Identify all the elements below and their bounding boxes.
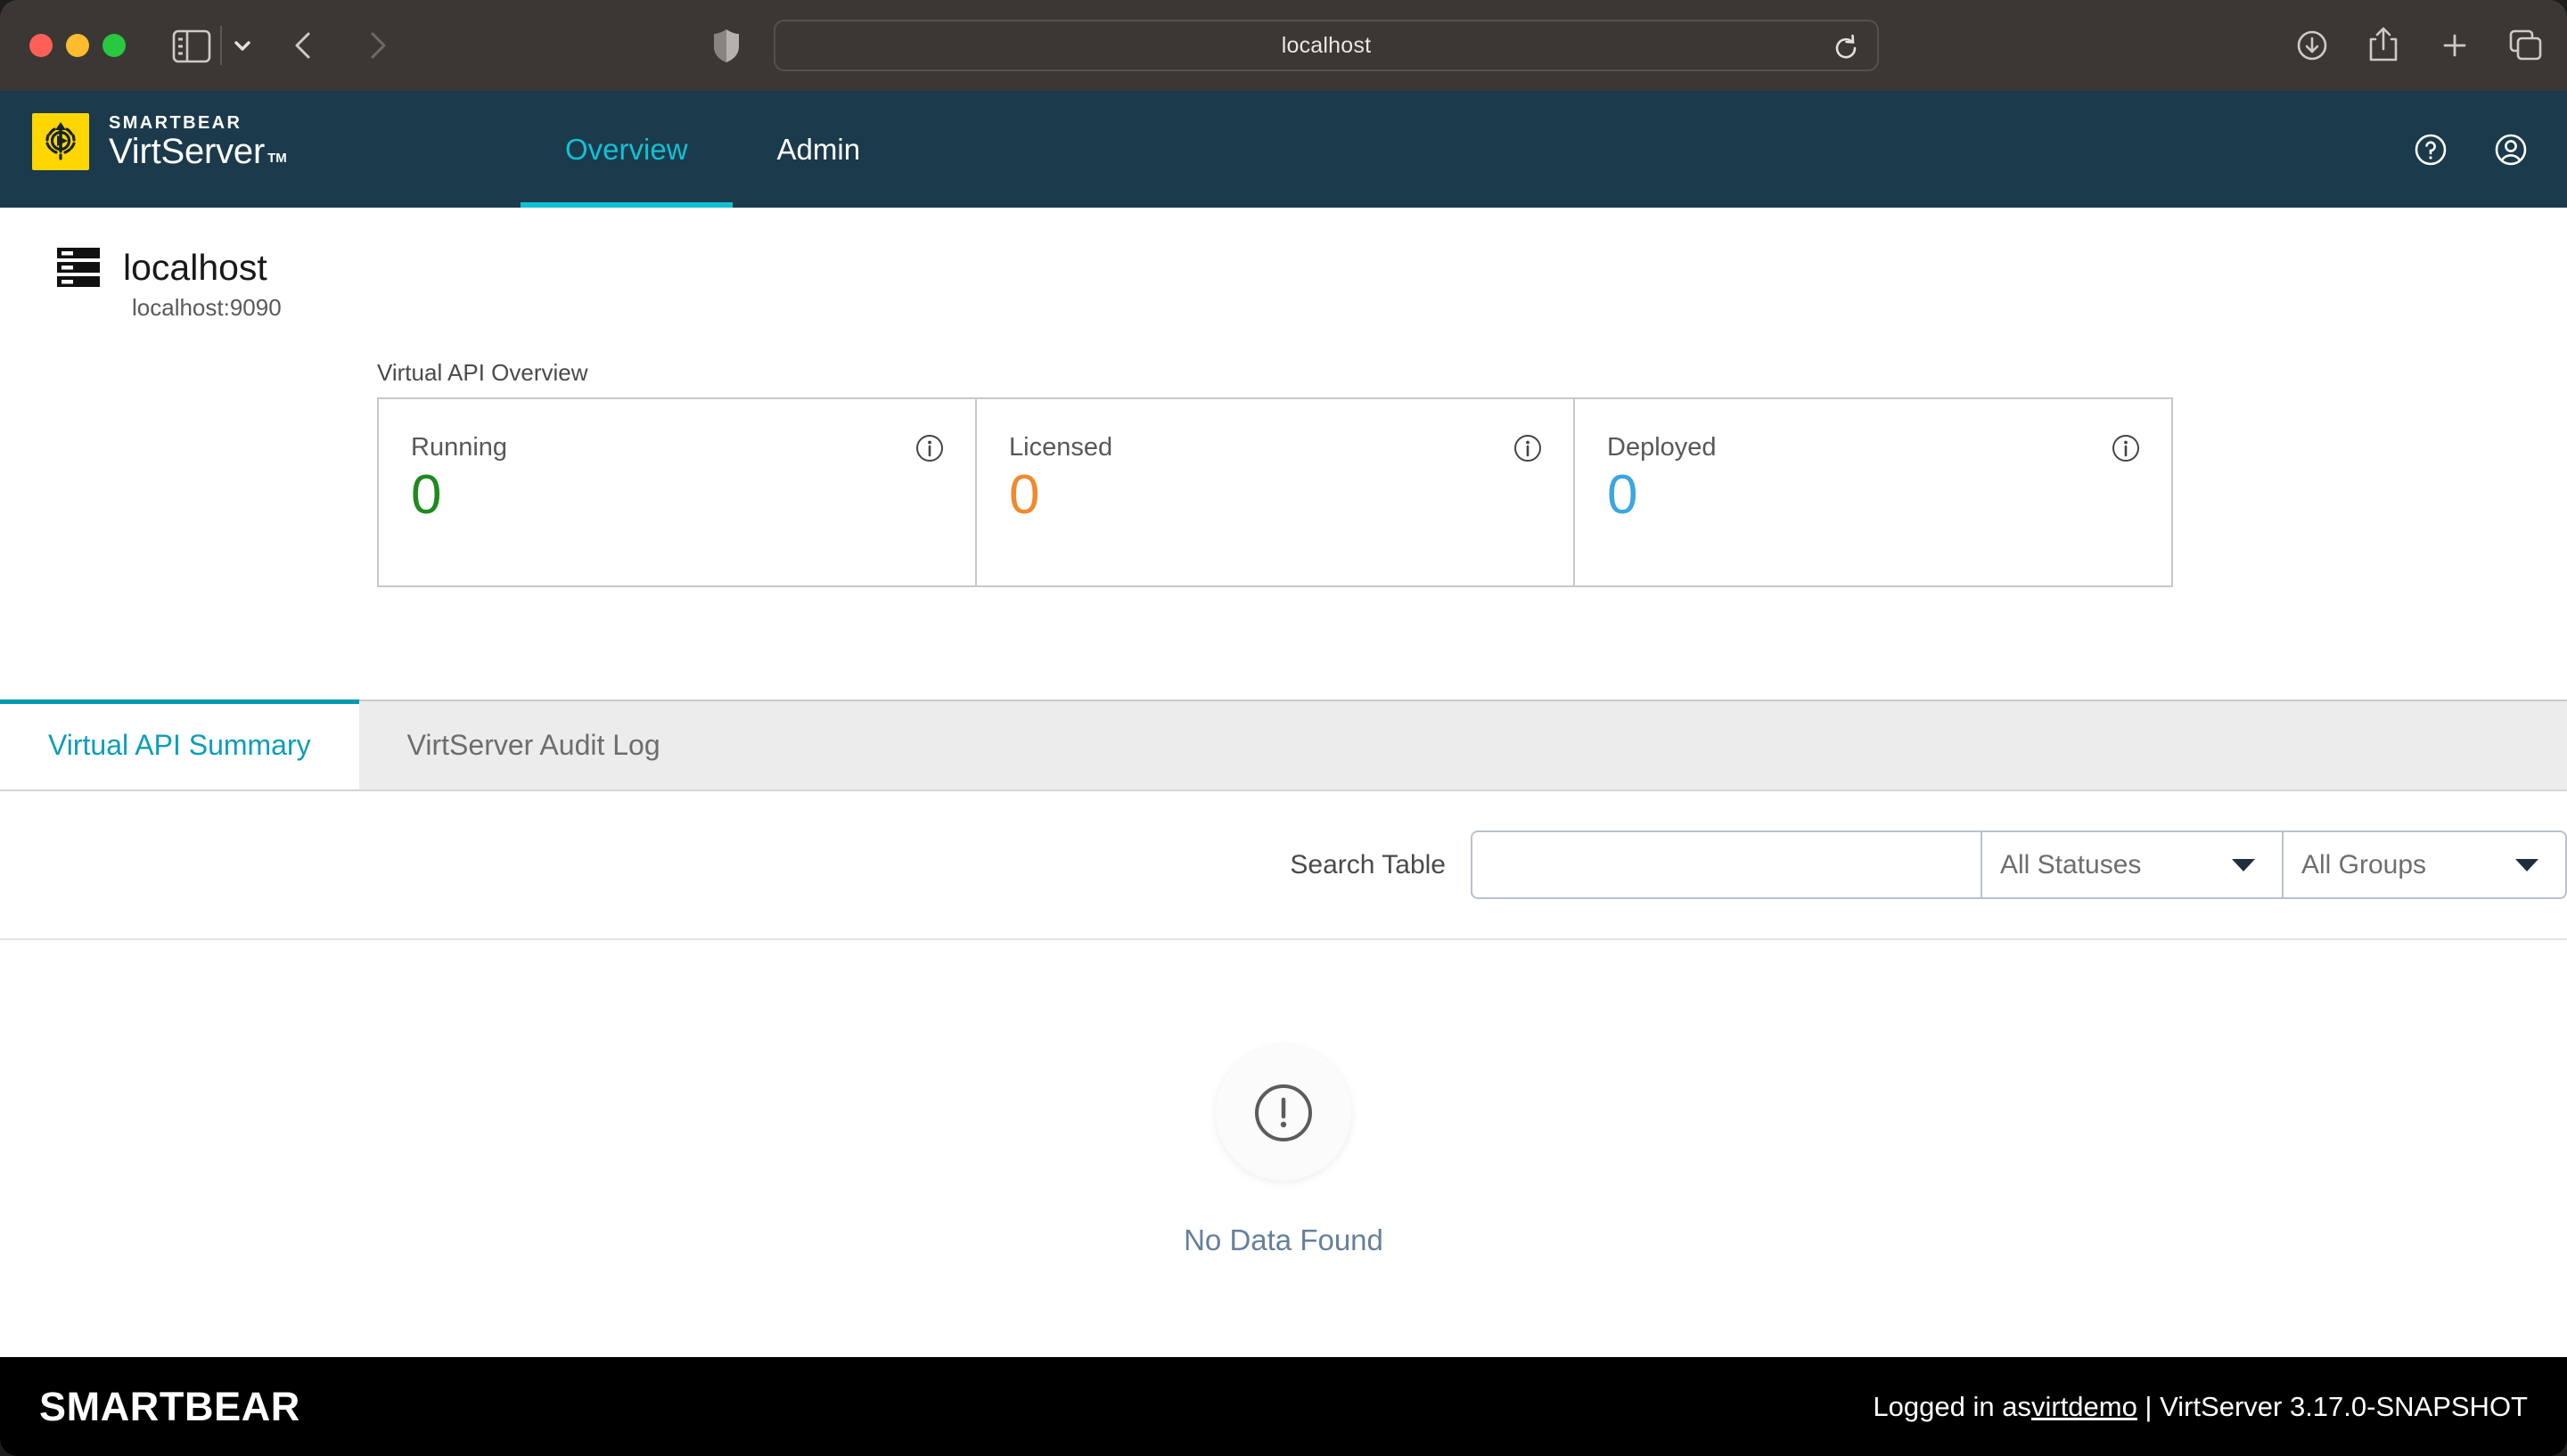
app-footer: SMARTBEAR Logged in as virtdemo | VirtSe… — [0, 1357, 2567, 1456]
header-actions — [2410, 91, 2531, 208]
sidebar-toggle-icon[interactable] — [172, 29, 211, 64]
info-circle-icon[interactable] — [914, 433, 945, 463]
empty-state: No Data Found — [0, 1045, 2567, 1257]
empty-state-text: No Data Found — [1184, 1223, 1383, 1256]
window-minimize-button[interactable] — [66, 34, 89, 57]
search-table-label: Search Table — [1290, 849, 1446, 879]
stat-value: 0 — [1607, 464, 1638, 526]
window-close-button[interactable] — [29, 34, 53, 57]
back-arrow-icon[interactable] — [283, 25, 324, 66]
tab-virtserver-audit-log[interactable]: VirtServer Audit Log — [359, 701, 709, 789]
info-circle-icon[interactable] — [1513, 433, 1543, 463]
stat-label: Running — [411, 433, 508, 462]
page-title: localhost — [123, 246, 267, 288]
footer-login-prefix: Logged in as — [1873, 1390, 2031, 1422]
stat-label: Licensed — [1009, 433, 1113, 462]
forward-arrow-icon — [357, 25, 398, 66]
exclamation-circle-icon — [1216, 1045, 1351, 1181]
nav-tab-admin[interactable]: Admin — [733, 91, 906, 208]
filter-divider — [0, 938, 2567, 940]
tab-virtual-api-summary[interactable]: Virtual API Summary — [0, 699, 359, 789]
stat-card-deployed: Deployed 0 — [1575, 399, 2171, 585]
main-nav: Overview Admin — [521, 91, 905, 208]
reload-icon[interactable] — [1831, 33, 1861, 63]
tab-overview-icon[interactable] — [2505, 26, 2546, 65]
status-filter-value: All Statuses — [2000, 849, 2142, 879]
stat-card-licensed: Licensed 0 — [977, 399, 1575, 585]
chevron-down-icon[interactable] — [230, 32, 255, 59]
server-host: localhost:9090 — [132, 294, 282, 321]
server-summary: localhost localhost:9090 — [55, 246, 282, 322]
search-input[interactable] — [1471, 830, 1981, 899]
info-circle-icon[interactable] — [2111, 433, 2141, 463]
user-account-icon[interactable] — [2490, 129, 2531, 170]
help-circle-icon[interactable] — [2410, 129, 2451, 170]
virtual-api-overview: Virtual API Overview Running 0 Licensed … — [377, 359, 2173, 587]
overview-section-label: Virtual API Overview — [377, 359, 588, 386]
status-filter-select[interactable]: All Statuses — [1981, 830, 2284, 899]
footer-user-link[interactable]: virtdemo — [2031, 1391, 2137, 1423]
url-bar[interactable]: localhost — [774, 20, 1879, 71]
nav-tab-overview[interactable]: Overview — [521, 91, 733, 208]
stat-card-running: Running 0 — [379, 399, 977, 585]
share-icon[interactable] — [2363, 23, 2404, 66]
footer-brand: SMARTBEAR — [39, 1383, 300, 1429]
footer-status: Logged in as virtdemo | VirtServer 3.17.… — [1873, 1391, 2528, 1423]
group-filter-value: All Groups — [2301, 849, 2427, 879]
filter-row: Search Table All Statuses All Groups — [0, 791, 2567, 938]
chevron-down-icon — [2232, 858, 2255, 871]
chrome-divider — [220, 26, 222, 65]
url-text: localhost — [1281, 32, 1372, 58]
privacy-shield-icon[interactable] — [709, 27, 744, 64]
brand-trademark: TM — [267, 151, 287, 166]
footer-version: VirtServer 3.17.0-SNAPSHOT — [2160, 1390, 2528, 1422]
brand-product-name: VirtServer — [109, 132, 266, 171]
stat-label: Deployed — [1607, 433, 1717, 462]
brand-logo[interactable]: SMARTBEAR VirtServer TM — [32, 113, 287, 170]
window-maximize-button[interactable] — [103, 34, 126, 57]
browser-chrome: localhost — [0, 0, 2567, 91]
stat-value: 0 — [411, 464, 442, 526]
stat-value: 0 — [1009, 464, 1040, 526]
group-filter-select[interactable]: All Groups — [2284, 830, 2567, 899]
page-body: localhost localhost:9090 Virtual API Ove… — [0, 208, 2567, 1357]
content-tab-strip: Virtual API Summary VirtServer Audit Log — [0, 699, 2567, 791]
downloads-icon[interactable] — [2292, 25, 2333, 66]
virtserver-logo-icon — [32, 113, 89, 170]
footer-separator: | — [2136, 1390, 2161, 1422]
server-stack-icon — [55, 246, 102, 289]
brand-company-name: SMARTBEAR — [109, 113, 242, 133]
app-header: SMARTBEAR VirtServer TM Overview Admin — [0, 91, 2567, 208]
plus-icon[interactable] — [2434, 25, 2475, 66]
chevron-down-icon — [2515, 858, 2538, 871]
stat-cards: Running 0 Licensed 0 Deployed 0 — [377, 397, 2173, 587]
